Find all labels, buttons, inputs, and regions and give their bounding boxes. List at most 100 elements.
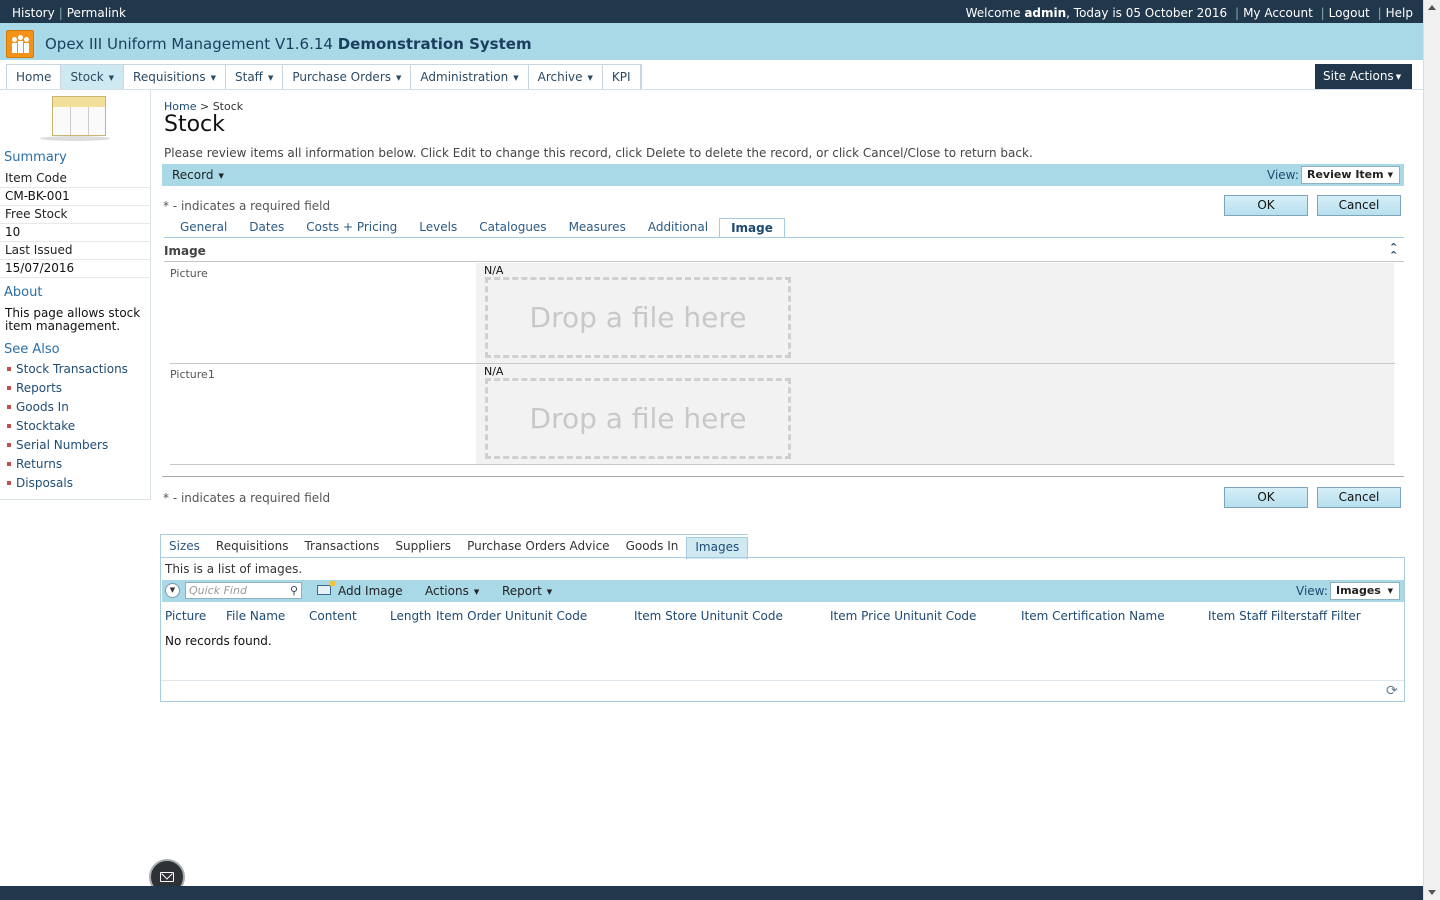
- about-heading: About: [4, 285, 43, 300]
- see-also-goods-in[interactable]: Goods In: [7, 400, 128, 419]
- nav-archive[interactable]: Archive ▼: [529, 65, 603, 89]
- dropdown-arrow-icon: ▼: [396, 74, 402, 82]
- top-bar: History | Permalink Welcome admin, Today i…: [0, 0, 1423, 23]
- tab-general[interactable]: General: [169, 218, 238, 238]
- list-view-select[interactable]: Images ▼: [1330, 582, 1400, 600]
- stock-page-icon: [52, 96, 106, 136]
- current-user: admin: [1024, 6, 1067, 20]
- view-select[interactable]: Review Item ▼: [1301, 166, 1400, 184]
- left-sidebar: Summary Item Code CM-BK-001 Free Stock 1…: [0, 90, 151, 500]
- help-link[interactable]: Help: [1386, 6, 1413, 20]
- column-file-name[interactable]: File Name: [226, 609, 285, 623]
- people-logo-icon[interactable]: [6, 30, 34, 58]
- dropdown-arrow-icon: ▼: [267, 74, 274, 82]
- cancel-button[interactable]: Cancel: [1317, 195, 1401, 216]
- column-item-store-unit-code[interactable]: Item Store Unitunit Code: [634, 609, 783, 623]
- main-nav: Home Stock ▼ Requisitions ▼ Staff ▼ Purchas…: [6, 64, 642, 90]
- column-length[interactable]: Length: [390, 609, 431, 623]
- report-menu[interactable]: Report ▼: [502, 584, 552, 598]
- see-also-serial-numbers[interactable]: Serial Numbers: [7, 438, 128, 457]
- column-content[interactable]: Content: [309, 609, 357, 623]
- last-issued-value: 15/07/2016: [0, 260, 151, 278]
- dropdown-arrow-icon: ▼: [210, 74, 216, 82]
- ok-button[interactable]: OK: [1224, 195, 1308, 216]
- tab-measures[interactable]: Measures: [558, 218, 637, 238]
- about-text: This page allows stock item management.: [5, 306, 141, 333]
- column-item-certification-name[interactable]: Item Certification Name: [1021, 609, 1165, 623]
- nav-purchase-orders[interactable]: Purchase Orders ▼: [283, 65, 412, 89]
- picture-dropzone[interactable]: Drop a file here: [485, 277, 791, 358]
- bottom-bar: [0, 886, 1423, 900]
- detail-tabs: Sizes Requisitions Transactions Supplier…: [160, 534, 749, 559]
- see-also-reports[interactable]: Reports: [7, 381, 128, 400]
- tab-additional[interactable]: Additional: [637, 218, 719, 238]
- actions-menu[interactable]: Actions ▼: [425, 584, 479, 598]
- record-toolbar: Record ▼ View: Review Item ▼: [162, 164, 1404, 186]
- last-issued-label: Last Issued: [0, 242, 151, 260]
- dropdown-arrow-icon: ▼: [1395, 73, 1402, 81]
- record-menu[interactable]: Record ▼: [172, 168, 224, 182]
- dropdown-arrow-icon: ▼: [108, 74, 115, 82]
- mail-icon: [160, 872, 174, 882]
- nav-kpi[interactable]: KPI: [603, 65, 641, 89]
- vertical-scrollbar[interactable]: [1423, 0, 1440, 900]
- required-note-bottom: * - indicates a required field: [163, 491, 331, 505]
- collapse-icon[interactable]: ⌃ ⌃: [1389, 242, 1398, 261]
- tab-purchase-orders-advice[interactable]: Purchase Orders Advice: [459, 537, 618, 557]
- site-actions-button[interactable]: Site Actions ▼: [1315, 64, 1412, 89]
- nav-requisitions[interactable]: Requisitions ▼: [124, 65, 226, 89]
- page-title: Stock: [164, 112, 225, 137]
- scroll-up-icon[interactable]: [1428, 5, 1436, 10]
- tab-transactions[interactable]: Transactions: [296, 537, 387, 557]
- instructions-text: Please review items all information belo…: [164, 146, 1033, 160]
- column-item-price-unit-code[interactable]: Item Price Unitunit Code: [830, 609, 976, 623]
- welcome-text: Welcome: [965, 6, 1021, 20]
- tab-image[interactable]: Image: [719, 218, 785, 238]
- search-icon[interactable]: ⚲: [290, 583, 298, 598]
- cancel-button-bottom[interactable]: Cancel: [1317, 487, 1401, 508]
- tab-catalogues[interactable]: Catalogues: [468, 218, 557, 238]
- logout-link[interactable]: Logout: [1329, 6, 1370, 20]
- scroll-down-icon[interactable]: [1428, 890, 1436, 895]
- see-also-returns[interactable]: Returns: [7, 457, 128, 476]
- no-records-text: No records found.: [165, 634, 272, 648]
- item-code-label: Item Code: [0, 170, 151, 188]
- nav-stock[interactable]: Stock ▼: [61, 65, 125, 89]
- summary-heading: Summary: [4, 150, 67, 165]
- tab-sizes[interactable]: Sizes: [161, 537, 208, 557]
- picture1-dropzone[interactable]: Drop a file here: [485, 378, 791, 459]
- add-image-icon[interactable]: [317, 581, 335, 595]
- tab-suppliers[interactable]: Suppliers: [387, 537, 459, 557]
- list-view-label: View:: [1296, 584, 1328, 598]
- history-link[interactable]: History: [12, 6, 55, 20]
- item-code-value: CM-BK-001: [0, 188, 151, 206]
- see-also-list: Stock Transactions Reports Goods In Stoc…: [7, 362, 128, 495]
- tab-images[interactable]: Images: [686, 537, 749, 559]
- list-toolbar: Add Image Actions ▼ Report ▼ View: Images ▼: [162, 580, 1404, 602]
- nav-administration[interactable]: Administration ▼: [411, 65, 529, 89]
- add-image-button[interactable]: Add Image: [338, 584, 403, 598]
- nav-home[interactable]: Home: [7, 65, 62, 89]
- ok-button-bottom[interactable]: OK: [1224, 487, 1308, 508]
- permalink-link[interactable]: Permalink: [67, 6, 126, 20]
- tab-levels[interactable]: Levels: [408, 218, 468, 238]
- see-also-stocktake[interactable]: Stocktake: [7, 419, 128, 438]
- column-item-order-unit-code[interactable]: Item Order Unitunit Code: [436, 609, 587, 623]
- see-also-stock-transactions[interactable]: Stock Transactions: [7, 362, 128, 381]
- refresh-icon[interactable]: ⟳: [1386, 683, 1398, 699]
- tab-goods-in[interactable]: Goods In: [618, 537, 687, 557]
- list-intro: This is a list of images.: [165, 562, 303, 576]
- form-tabs: General Dates Costs + Pricing Levels Cat…: [169, 218, 785, 238]
- nav-divider: [0, 89, 1423, 90]
- picture1-value: N/A: [484, 365, 504, 378]
- column-picture[interactable]: Picture: [165, 609, 206, 623]
- column-item-staff-filter[interactable]: Item Staff Filterstaff Filter: [1208, 609, 1361, 623]
- tab-dates[interactable]: Dates: [238, 218, 295, 238]
- tab-requisitions[interactable]: Requisitions: [208, 537, 297, 557]
- quick-find-input[interactable]: Quick Find ⚲: [185, 582, 302, 599]
- my-account-link[interactable]: My Account: [1243, 6, 1313, 20]
- see-also-disposals[interactable]: Disposals: [7, 476, 128, 495]
- chevron-down-icon[interactable]: ▼: [165, 583, 180, 598]
- nav-staff[interactable]: Staff ▼: [226, 65, 284, 89]
- tab-costs-pricing[interactable]: Costs + Pricing: [295, 218, 408, 238]
